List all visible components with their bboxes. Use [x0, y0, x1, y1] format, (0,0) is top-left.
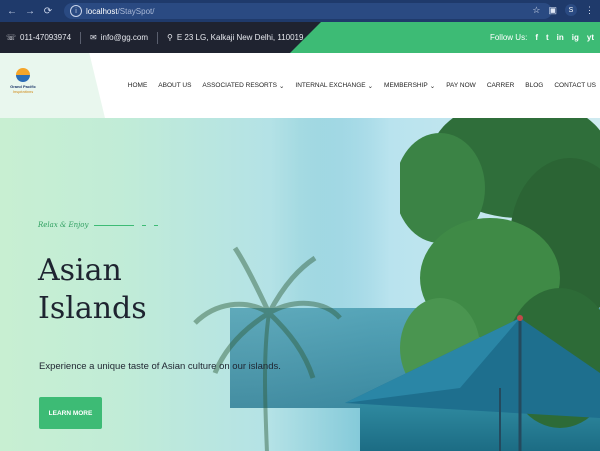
mail-icon: ✉: [90, 33, 97, 42]
email-address: info@gg.com: [100, 33, 148, 42]
facebook-icon[interactable]: f: [535, 33, 538, 42]
divider: [80, 31, 82, 44]
youtube-icon[interactable]: yt: [587, 33, 594, 42]
logo-tagline: Inspirations: [12, 89, 34, 94]
nav-item-internal-exchange[interactable]: INTERNAL EXCHANGE ⌄: [295, 82, 373, 90]
nav-item-blog[interactable]: BLOG: [525, 82, 543, 89]
chevron-down-icon: ⌄: [367, 82, 374, 90]
nav-item-home[interactable]: HOME: [128, 82, 148, 89]
phone-contact[interactable]: ☏ 011-47093974: [6, 33, 71, 42]
url-path: /StaySpot/: [117, 6, 155, 16]
forward-icon[interactable]: →: [24, 5, 36, 17]
chevron-down-icon: ⌄: [429, 82, 436, 90]
bookmark-star-icon[interactable]: ☆: [532, 5, 540, 16]
url-host: localhost: [86, 6, 118, 16]
kicker-dash: [142, 224, 147, 226]
nav-label: HOME: [127, 82, 148, 89]
nav-item-contact-us[interactable]: CONTACT US: [554, 82, 596, 89]
phone-icon: ☏: [6, 33, 17, 42]
logo-sun-icon: [16, 68, 30, 82]
browser-toolbar: ← → ⟳ i localhost/StaySpot/ ☆ ▣ S ⋮: [0, 0, 600, 22]
hero-title-line2: Islands: [38, 291, 147, 326]
nav-item-membership[interactable]: MEMBERSHIP ⌄: [384, 82, 435, 90]
palm-tree-image: [193, 246, 342, 451]
address-text: E 23 LG, Kalkaji New Delhi, 110019: [176, 33, 304, 42]
menu-dots-icon[interactable]: ⋮: [585, 5, 594, 16]
nav-label: CONTACT US: [554, 82, 596, 89]
nav-label: CARRER: [486, 82, 515, 89]
nav-item-associated-resorts[interactable]: ASSOCIATED RESORTS ⌄: [202, 82, 284, 90]
nav-item-about-us[interactable]: ABOUT US: [158, 82, 191, 89]
nav-label: ABOUT US: [158, 82, 192, 89]
follow-us-label: Follow Us:: [489, 33, 528, 42]
twitter-icon[interactable]: t: [546, 33, 549, 42]
profile-avatar[interactable]: S: [565, 4, 577, 16]
kicker-dash: [154, 224, 159, 226]
email-contact[interactable]: ✉ info@gg.com: [90, 33, 148, 42]
nav-label: PAY NOW: [446, 82, 476, 89]
kicker-line: [94, 224, 135, 226]
nav-item-pay-now[interactable]: PAY NOW: [446, 82, 476, 89]
site-logo[interactable]: Grand Pacific Inspirations: [8, 68, 38, 104]
nav-item-carrer[interactable]: CARRER: [487, 82, 514, 89]
extensions-icon[interactable]: ▣: [548, 5, 557, 16]
nav-label: INTERNAL EXCHANGE: [295, 82, 366, 89]
phone-number: 011-47093974: [20, 33, 72, 42]
main-navbar: Grand Pacific Inspirations HOME ABOUT US…: [0, 53, 600, 118]
hero-kicker: Relax & Enjoy: [38, 221, 159, 229]
nav-label: BLOG: [525, 82, 544, 89]
hero-title: Asian Islands: [38, 252, 147, 328]
back-icon[interactable]: ←: [6, 5, 18, 17]
nav-label: MEMBERSHIP: [384, 82, 428, 89]
learn-more-button[interactable]: LEARN MORE: [39, 397, 102, 429]
site-info-icon[interactable]: i: [70, 5, 82, 17]
hero-banner: Relax & Enjoy Asian Islands Experience a…: [0, 118, 600, 451]
umbrella-image: [345, 315, 600, 451]
nav-menu: HOME ABOUT US ASSOCIATED RESORTS ⌄ INTERN…: [128, 53, 596, 118]
hero-subtitle: Experience a unique taste of Asian cultu…: [39, 361, 281, 372]
top-info-bar: ☏ 011-47093974 ✉ info@gg.com ⚲ E 23 LG, …: [0, 22, 600, 53]
address-bar[interactable]: i localhost/StaySpot/: [64, 3, 552, 19]
instagram-icon[interactable]: ig: [572, 33, 579, 42]
divider: [157, 31, 158, 44]
address-contact: ⚲ E 23 LG, Kalkaji New Delhi, 110019: [167, 33, 303, 42]
linkedin-icon[interactable]: in: [557, 33, 564, 42]
nav-label: ASSOCIATED RESORTS: [202, 82, 277, 89]
location-pin-icon: ⚲: [167, 33, 173, 42]
hero-title-line1: Asian: [38, 253, 122, 288]
chevron-down-icon: ⌄: [278, 82, 285, 90]
kicker-text: Relax & Enjoy: [38, 221, 89, 229]
reload-icon[interactable]: ⟳: [42, 5, 54, 17]
